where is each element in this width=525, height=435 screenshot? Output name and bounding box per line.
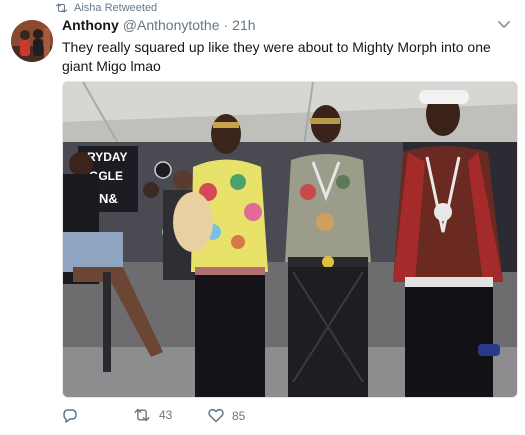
heart-icon bbox=[208, 408, 224, 423]
retweet-count: 43 bbox=[159, 408, 173, 422]
retweet-icon bbox=[134, 408, 150, 422]
header-separator: · bbox=[223, 17, 229, 33]
avatar-image bbox=[11, 20, 53, 62]
tweet-text: They really squared up like they were ab… bbox=[62, 39, 491, 74]
retweet-context-label: Aisha Retweeted bbox=[74, 2, 158, 14]
retweet-button[interactable]: 43 bbox=[133, 408, 172, 422]
like-count: 85 bbox=[232, 408, 246, 423]
tweet-media[interactable]: RYDAY GGLE N& bbox=[62, 81, 518, 398]
reply-button[interactable] bbox=[62, 408, 78, 424]
media-image: RYDAY GGLE N& bbox=[63, 82, 517, 397]
tweet-timestamp[interactable]: 21h bbox=[232, 17, 255, 33]
avatar[interactable] bbox=[11, 20, 53, 62]
backdrop-text-1: RYDAY bbox=[87, 150, 127, 164]
reply-icon bbox=[63, 409, 77, 423]
tweet-header: Anthony @Anthonytothe · 21h bbox=[62, 17, 256, 35]
tweet-actions: 43 85 bbox=[62, 408, 482, 428]
retweet-context[interactable]: Aisha Retweeted bbox=[55, 1, 157, 15]
chevron-down-icon[interactable] bbox=[497, 20, 511, 30]
user-handle[interactable]: @Anthonytothe bbox=[123, 17, 220, 33]
backdrop-text-3: N& bbox=[99, 191, 118, 206]
retweet-indicator-icon bbox=[56, 3, 67, 13]
display-name[interactable]: Anthony bbox=[62, 17, 119, 33]
like-button[interactable]: 85 bbox=[208, 408, 245, 423]
